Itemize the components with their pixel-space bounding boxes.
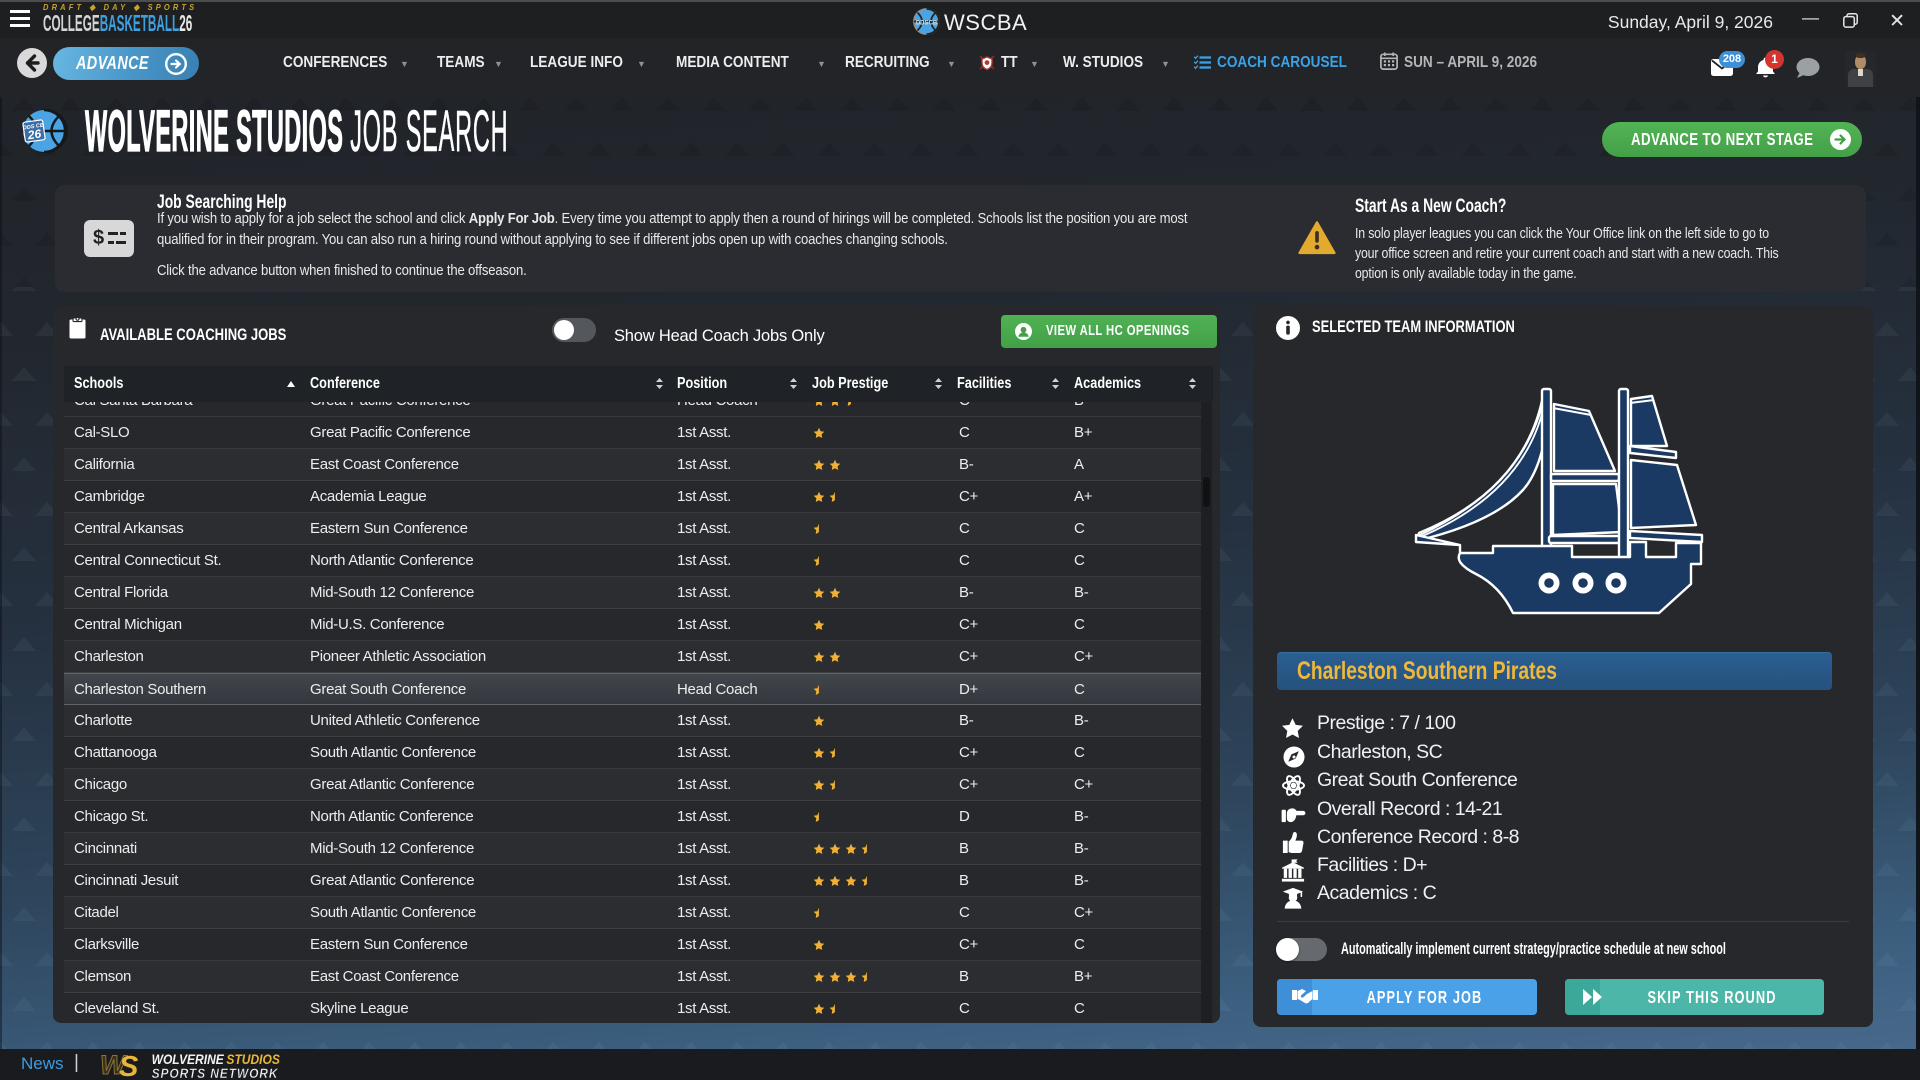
svg-text:SPORTS NETWORK: SPORTS NETWORK xyxy=(152,1065,279,1079)
svg-text:26: 26 xyxy=(26,127,42,143)
svg-text:S: S xyxy=(119,1051,139,1079)
svg-text:DDSCB: DDSCB xyxy=(916,21,938,27)
